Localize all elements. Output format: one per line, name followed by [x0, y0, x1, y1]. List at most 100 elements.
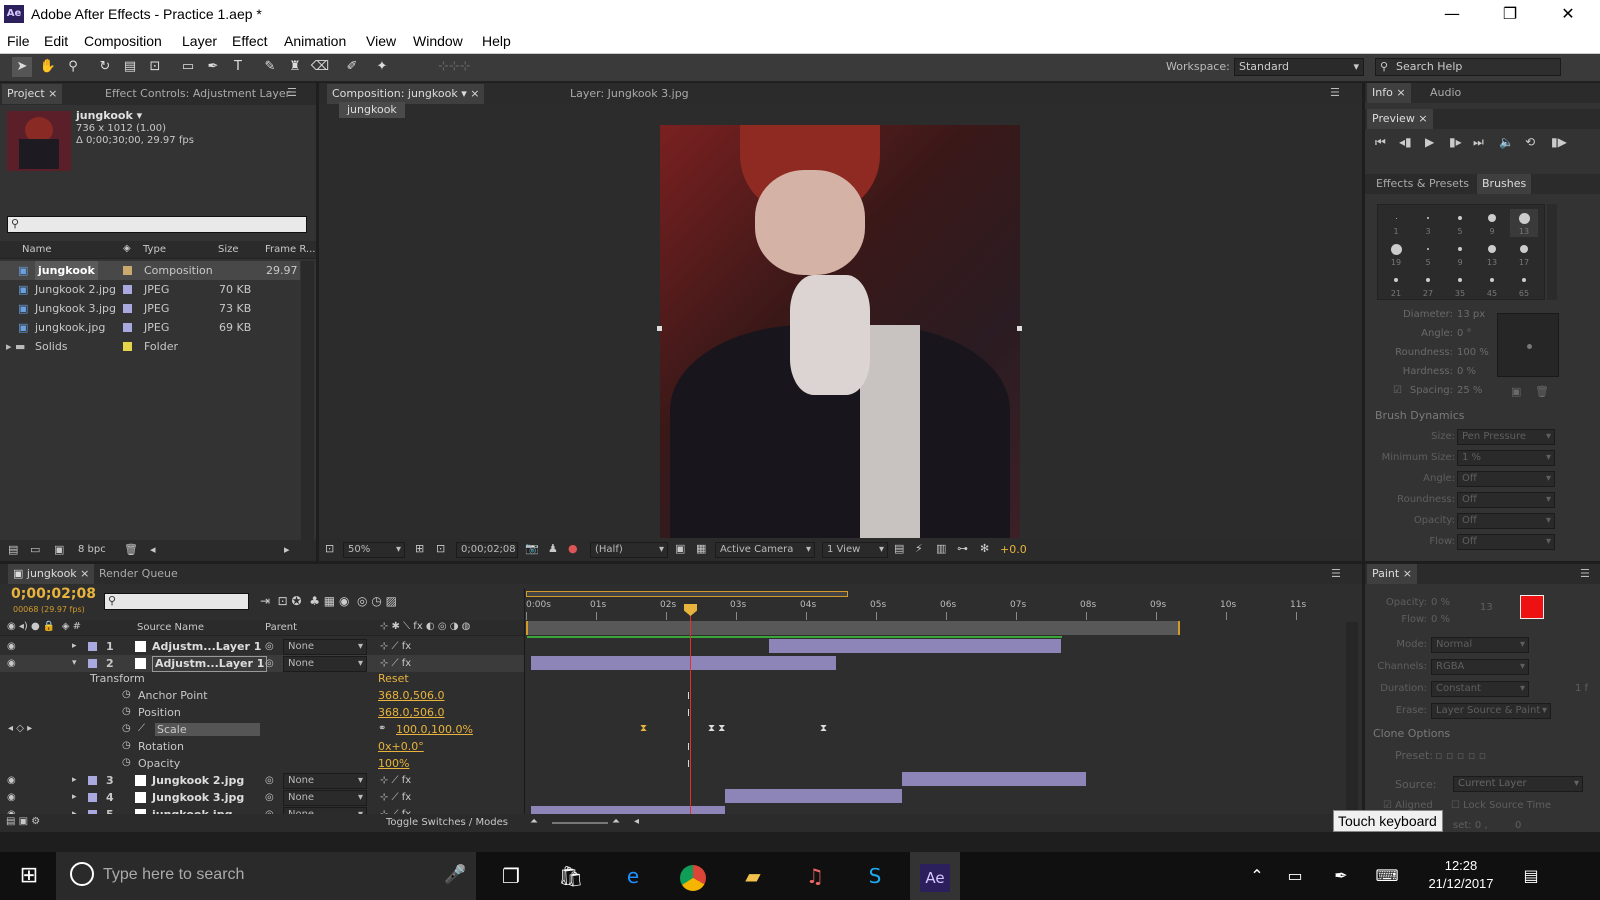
ram-preview-icon[interactable]: ▮▶ — [1551, 135, 1567, 149]
panel-menu-icon[interactable]: ☰ — [1580, 567, 1590, 580]
reset-exposure-icon[interactable]: ✻ — [980, 542, 989, 555]
layer-name[interactable]: Adjustm...Layer 1 — [152, 656, 268, 672]
work-area-range[interactable] — [526, 621, 1180, 635]
parent-dropdown[interactable]: None▾ — [283, 790, 367, 806]
property-value[interactable]: 0x+0.0° — [378, 740, 424, 753]
parent-dropdown[interactable]: None▾ — [283, 639, 367, 655]
constrain-link-icon[interactable]: ⚭ — [378, 723, 386, 734]
brush-tip[interactable]: 35 — [1446, 271, 1474, 299]
transform-group[interactable]: Transform — [90, 672, 145, 685]
brush-prop-value[interactable]: 100 % — [1457, 347, 1489, 358]
tab-preview[interactable]: Preview × — [1367, 109, 1433, 129]
roto-brush-tool-icon[interactable]: ✐ — [342, 57, 362, 77]
region-of-interest-icon[interactable]: ▣ — [675, 542, 685, 555]
eye-icon[interactable]: ◉ — [7, 789, 16, 806]
clone-offset-value[interactable]: 0 — [1515, 820, 1521, 831]
first-frame-icon[interactable]: ⏮ — [1375, 135, 1386, 150]
layer-label-color[interactable] — [88, 776, 97, 785]
safe-zones-icon[interactable]: ⊞ — [415, 542, 424, 555]
zoom-slider[interactable] — [552, 822, 608, 824]
brush-prop-value[interactable]: 25 % — [1457, 385, 1482, 396]
expand-arrow-icon[interactable]: ▸ — [72, 638, 77, 655]
layer-name[interactable]: Jungkook 3.jpg — [152, 789, 244, 806]
timeline-icon[interactable]: ▥ — [936, 542, 946, 555]
zoom-in-icon[interactable]: ⏶ — [612, 816, 620, 827]
tab-brushes[interactable]: Brushes — [1477, 174, 1532, 194]
new-composition-icon[interactable]: ▣ — [54, 543, 64, 556]
panel-menu-icon[interactable]: ☰ — [1330, 86, 1340, 99]
brush-tip[interactable]: 13 — [1510, 209, 1538, 237]
tab-effect-controls[interactable]: Effect Controls: Adjustment Layer — [100, 84, 295, 104]
property-value[interactable]: 368.0,506.0 — [378, 706, 444, 719]
brush-tool-icon[interactable]: ✎ — [260, 57, 280, 77]
menu-layer[interactable]: Layer — [182, 33, 217, 49]
label-color-swatch[interactable] — [123, 304, 132, 313]
layer-name[interactable]: Adjustm...Layer 1 — [152, 638, 261, 655]
property-value[interactable]: 100.0,100.0% — [396, 723, 473, 736]
fast-previews-icon[interactable]: ⚡ — [915, 542, 923, 555]
loop-icon[interactable]: ⟲ — [1525, 135, 1535, 149]
close-button[interactable]: ✕ — [1545, 0, 1591, 30]
brush-tip[interactable]: 65 — [1510, 271, 1538, 299]
toggle-pixel-icon[interactable]: ▤ — [894, 542, 904, 555]
brush-tip[interactable]: 45 — [1478, 271, 1506, 299]
brush-tip[interactable]: 9 — [1478, 209, 1506, 237]
file-explorer-icon[interactable]: ▰ — [728, 852, 778, 900]
brush-tip[interactable]: 19 — [1382, 240, 1410, 268]
keyframe-icon[interactable]: ⧗ — [640, 723, 647, 734]
zoom-tool-icon[interactable]: ⚲ — [63, 57, 83, 77]
transform-reset-link[interactable]: Reset — [378, 672, 409, 685]
eye-icon[interactable]: ◉ — [7, 638, 16, 655]
zoom-out-icon[interactable]: ⏶ — [530, 816, 538, 827]
label-icon[interactable]: ◈ — [123, 243, 131, 254]
property-value[interactable]: 368.0,506.0 — [378, 689, 444, 702]
task-view-icon[interactable]: ❐ — [486, 852, 536, 900]
trash-icon[interactable]: 🗑 — [1535, 385, 1549, 398]
chrome-icon[interactable] — [668, 852, 718, 900]
skype-icon[interactable]: S — [850, 852, 900, 900]
current-time-indicator[interactable] — [690, 606, 691, 814]
menu-window[interactable]: Window — [413, 33, 463, 49]
project-list-item[interactable]: ▣ jungkook.jpg JPEG 69 KB — [0, 318, 300, 337]
spacing-checkbox[interactable]: ☑ — [1393, 385, 1402, 396]
dynamics-dropdown[interactable]: Off ▾ — [1457, 471, 1555, 487]
brush-prop-value[interactable]: 0 ° — [1457, 328, 1472, 339]
timeline-layer-row[interactable]: ◉ ▸ 3 Jungkook 2.jpg ◎ None ▾ ⊹ ⟋ fx — [0, 772, 524, 789]
foreground-color-swatch[interactable] — [1520, 595, 1544, 619]
footer-icons[interactable]: ▤ ▣ ⚙ — [6, 816, 40, 827]
label-color-swatch[interactable] — [123, 342, 132, 351]
layer-label-color[interactable] — [88, 793, 97, 802]
stopwatch-icon[interactable]: ◷ — [122, 723, 131, 734]
tab-effects-presets[interactable]: Effects & Presets — [1371, 174, 1474, 194]
project-list-item[interactable]: ▣ Jungkook 2.jpg JPEG 70 KB — [0, 280, 300, 299]
expand-arrow-icon[interactable]: ▾ — [72, 655, 77, 672]
transform-handle[interactable] — [1017, 326, 1022, 331]
tab-composition[interactable]: Composition: jungkook ▾ × — [327, 84, 485, 104]
save-brush-icon[interactable]: ▣ — [1511, 385, 1521, 398]
menu-composition[interactable]: Composition — [84, 33, 162, 49]
stopwatch-icon[interactable]: ◷ — [122, 689, 131, 700]
menu-file[interactable]: File — [7, 33, 30, 49]
brush-tip[interactable]: 5 — [1446, 209, 1474, 237]
stopwatch-icon[interactable]: ◷ — [122, 706, 131, 717]
tab-audio[interactable]: Audio — [1425, 83, 1466, 103]
layer-name[interactable]: Jungkook 2.jpg — [152, 772, 244, 789]
microphone-icon[interactable]: 🎤 — [444, 864, 466, 885]
taskbar-search[interactable]: Type here to search 🎤 — [56, 852, 476, 900]
audio-icon[interactable]: 🔈 — [1499, 135, 1514, 149]
layer-label-color[interactable] — [88, 642, 97, 651]
clock[interactable]: 12:28 21/12/2017 — [1416, 858, 1506, 891]
layer-bar-3[interactable] — [902, 772, 1086, 786]
timeline-layer-row[interactable]: ◉ ▸ 4 Jungkook 3.jpg ◎ None ▾ ⊹ ⟋ fx — [0, 789, 524, 806]
dynamics-dropdown[interactable]: Off ▾ — [1457, 534, 1555, 550]
pickwhip-icon[interactable]: ◎ — [265, 655, 274, 672]
keyframe-icon[interactable]: ⧗ ⧗ — [708, 723, 725, 734]
pickwhip-icon[interactable]: ◎ — [265, 638, 274, 655]
work-area-bar[interactable] — [526, 591, 848, 597]
graph-icon[interactable]: ⟋ — [138, 723, 145, 734]
pickwhip-icon[interactable]: ◎ — [265, 789, 274, 806]
project-list-item[interactable]: ▸ ▬ Solids Folder — [0, 337, 300, 356]
layer-switches[interactable]: ⊹ ⟋ fx — [380, 789, 411, 806]
layer-bar-2[interactable] — [531, 656, 836, 670]
timeline-layer-row[interactable]: ◉ ▸ 1 Adjustm...Layer 1 ◎ None ▾ ⊹ ⟋ fx — [0, 638, 524, 655]
